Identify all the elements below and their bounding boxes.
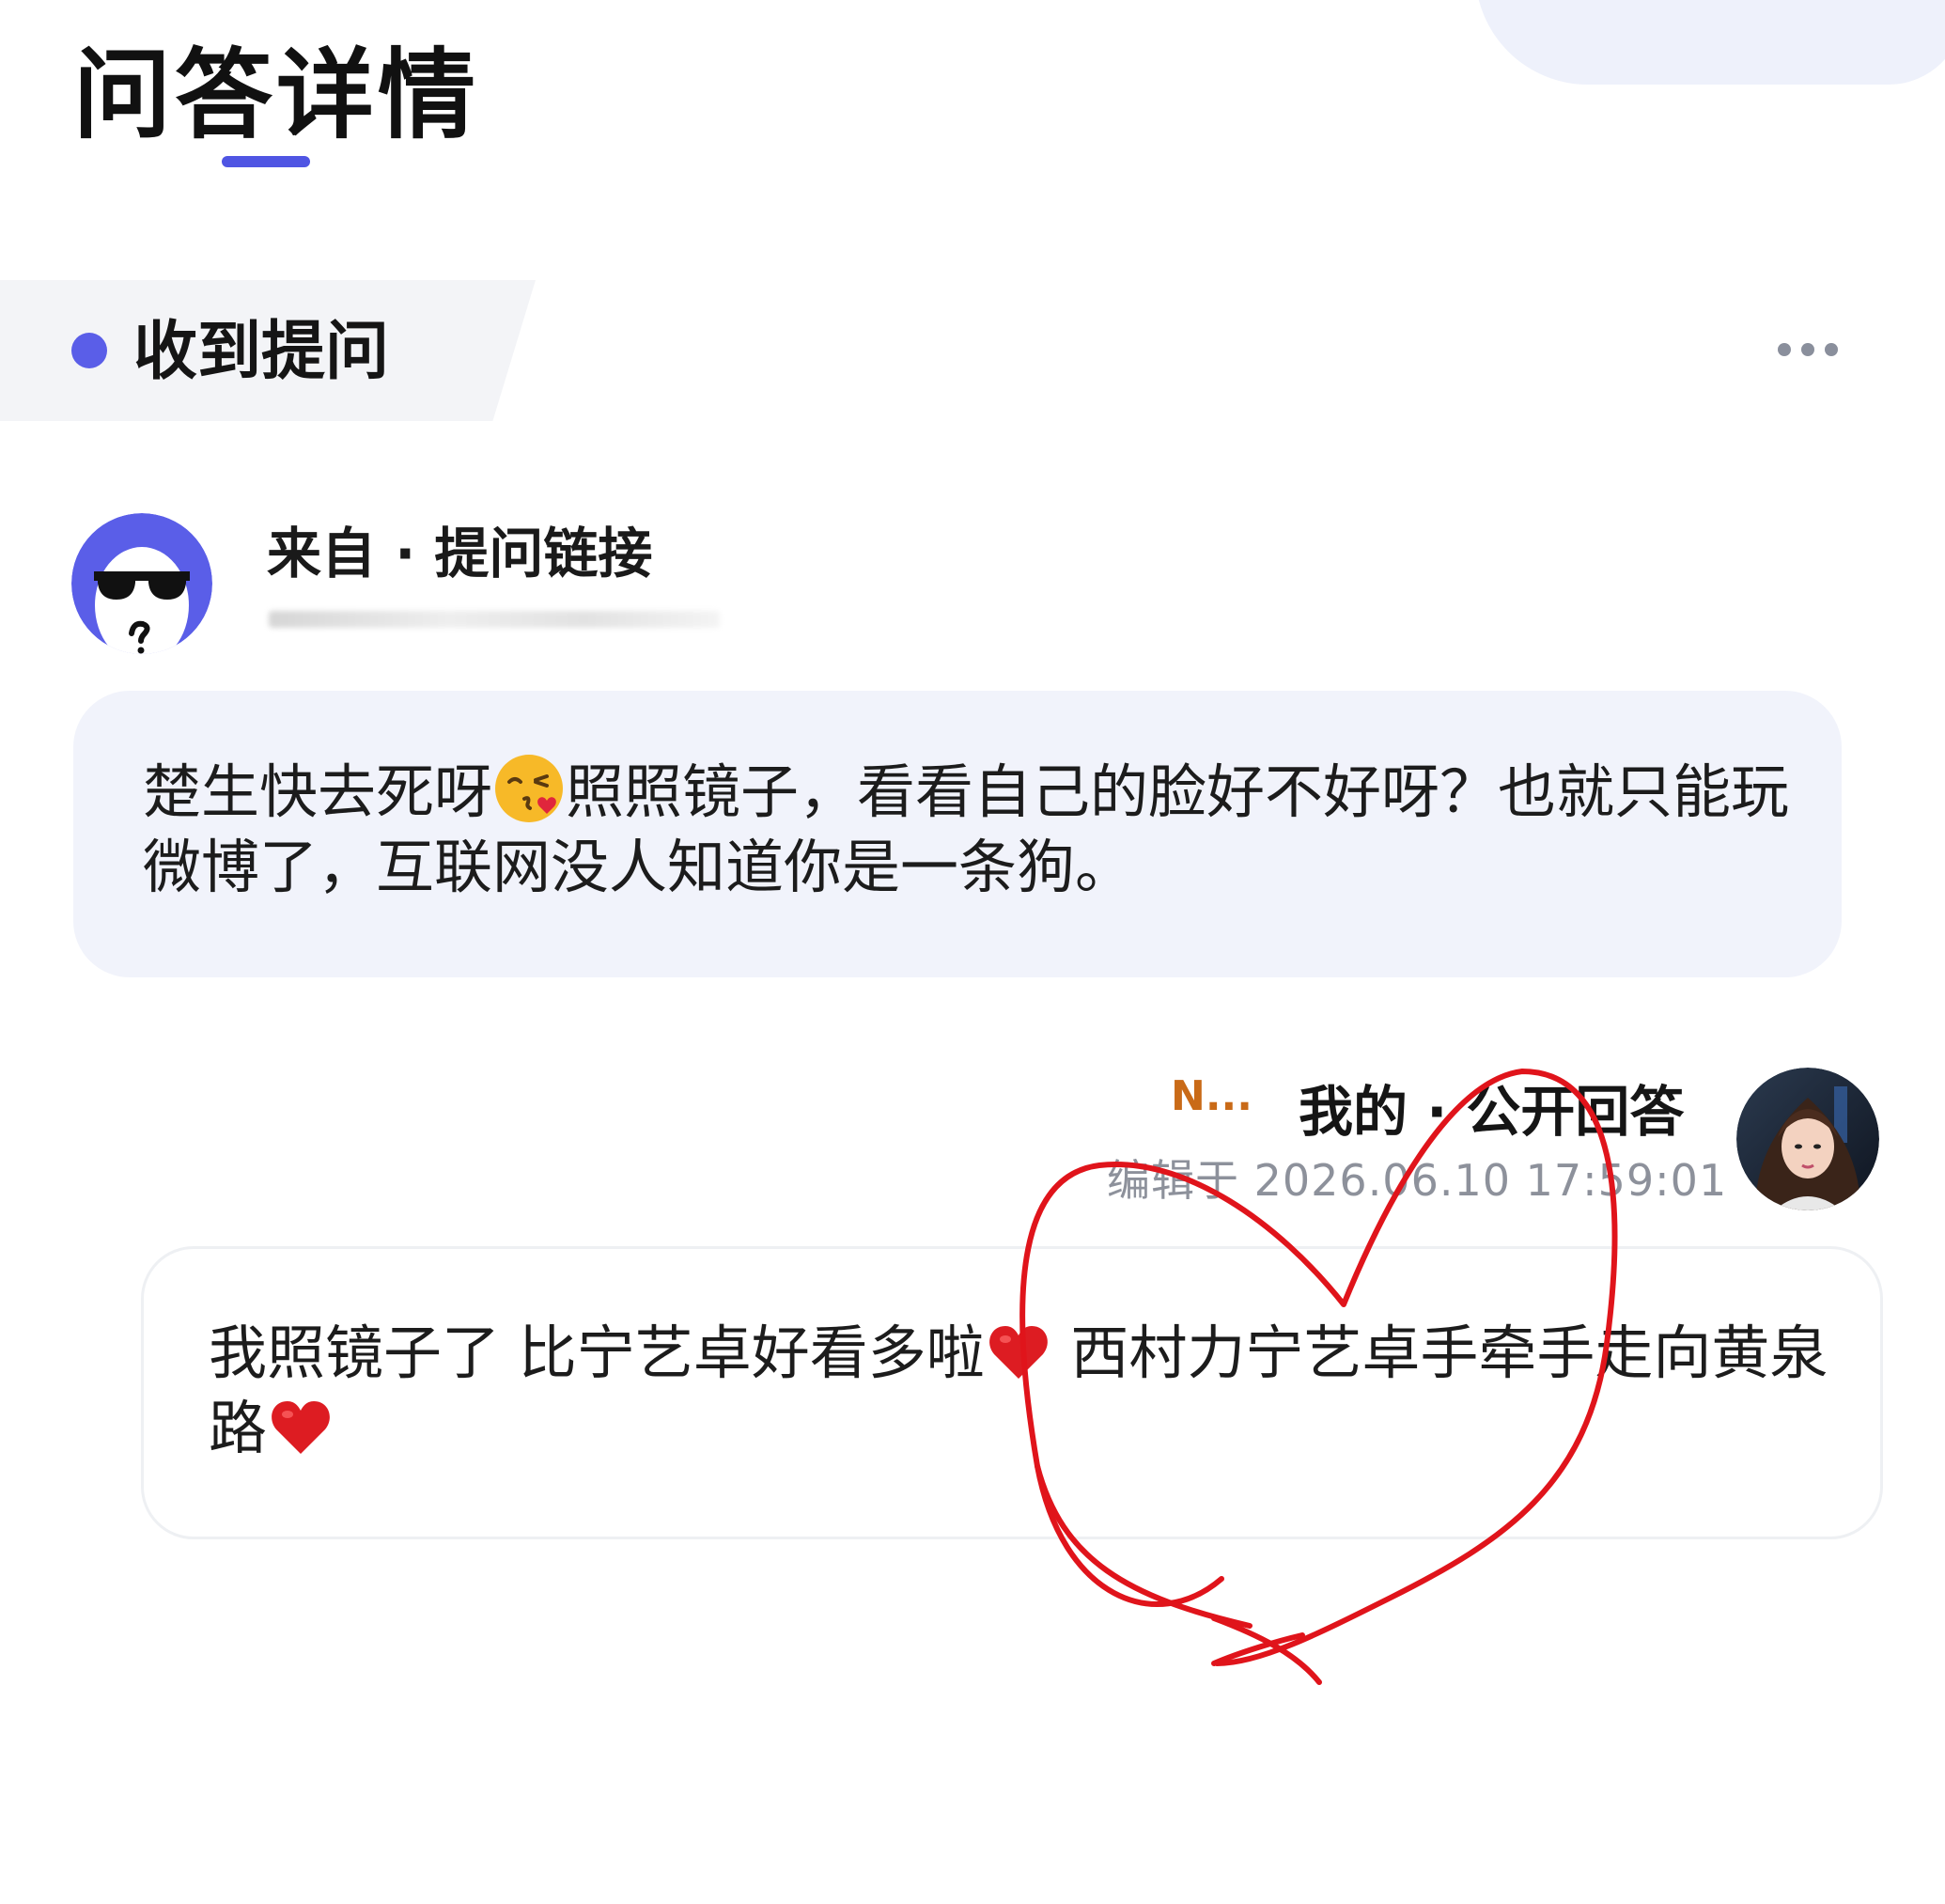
- red-heart-emoji-icon: [985, 1319, 1052, 1386]
- question-source-label: 来自 · 提问链接: [267, 522, 653, 585]
- page-title: 问答详情: [73, 38, 480, 152]
- answer-label: 我的 · 公开回答: [1299, 1080, 1685, 1144]
- title-underline: [222, 156, 310, 167]
- edit-timestamp: 编辑于 2026.06.10 17:59:01: [1107, 1155, 1728, 1206]
- user-avatar[interactable]: [1736, 1068, 1879, 1210]
- section-dot-icon: [71, 333, 107, 368]
- anonymous-avatar[interactable]: [71, 513, 212, 654]
- more-options-button[interactable]: [1778, 338, 1838, 361]
- red-heart-emoji-icon: [267, 1394, 335, 1461]
- blurred-username: [269, 611, 720, 628]
- answer-text: 我照镜子了 比宁艺卓好看多啦 西村力宁艺卓手牵手走向黄泉路: [209, 1319, 1828, 1462]
- more-horizontal-icon: [1778, 343, 1791, 356]
- question-text: 楚生快去死呀 照照镜子，看看自己的脸好不好呀？也就只能玩微博了，互联网没人知道你…: [143, 752, 1797, 905]
- decorative-blob: [1475, 0, 1945, 85]
- answerer-username[interactable]: N...: [1171, 1071, 1253, 1122]
- section-label: 收到提问: [133, 315, 390, 389]
- kissing-heart-emoji-icon: [492, 752, 566, 825]
